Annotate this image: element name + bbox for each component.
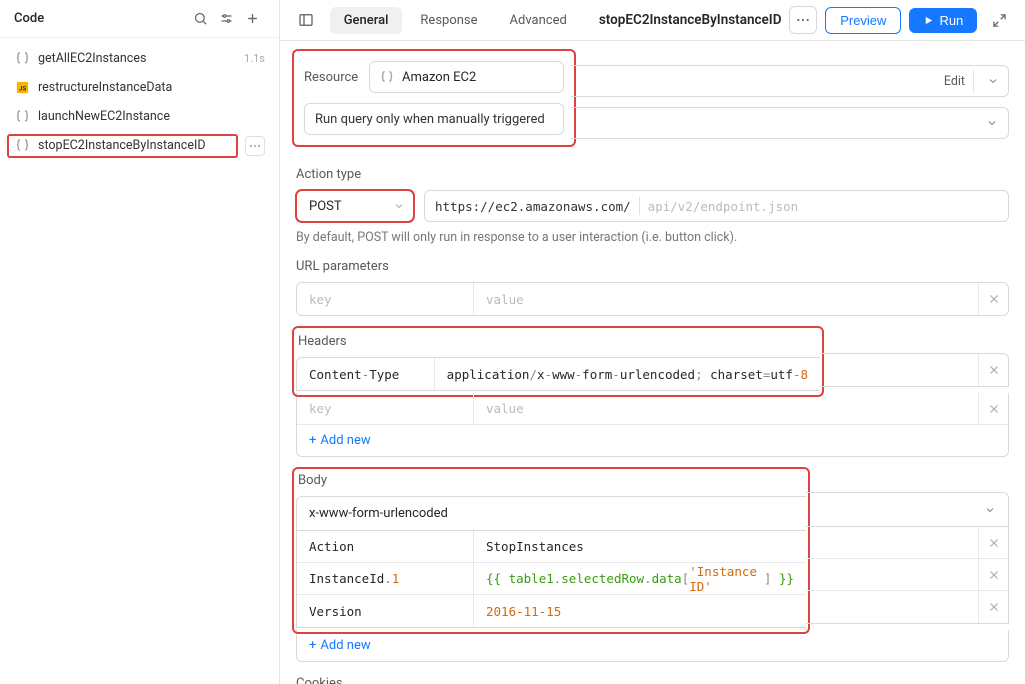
preview-button[interactable]: Preview: [825, 7, 901, 34]
body-section: Body x-www-form-urlencoded Action StopIn…: [296, 471, 1009, 662]
url-input[interactable]: https://ec2.amazonaws.com/ api/v2/endpoi…: [424, 190, 1009, 222]
kv-row[interactable]: InstanceId.1 {{ table1.selectedRow.data[…: [297, 563, 806, 595]
kv-row[interactable]: Content-Type application/x-www-form-urle…: [297, 358, 820, 390]
tab-response[interactable]: Response: [406, 7, 491, 34]
expand-icon[interactable]: [985, 6, 1013, 34]
braces-icon: [14, 51, 30, 67]
chevron-down-icon: [984, 504, 996, 516]
sidebar-item-launchnewec2instance[interactable]: launchNewEC2Instance: [0, 102, 279, 131]
settings-icon[interactable]: [213, 6, 239, 32]
remove-row-button[interactable]: [978, 354, 1008, 386]
query-name: stopEC2InstanceByInstanceID: [599, 12, 782, 28]
run-label: Run: [939, 13, 963, 28]
url-params-label: URL parameters: [296, 259, 1009, 274]
sidebar-item-label: stopEC2InstanceByInstanceID: [38, 138, 231, 153]
url-base: https://ec2.amazonaws.com/: [435, 199, 631, 214]
item-more-button[interactable]: [245, 136, 265, 156]
header: General Response Advanced stopEC2Instanc…: [280, 0, 1025, 41]
kv-key-input[interactable]: Content-Type: [297, 358, 435, 390]
sidebar-item-getallec2instances[interactable]: getAllEC2Instances 1.1s: [0, 44, 279, 73]
sidebar-header: Code: [0, 0, 279, 38]
kv-key-input[interactable]: Action: [297, 531, 474, 562]
kv-value-input[interactable]: {{ table1.selectedRow.data['Instance ID'…: [474, 563, 806, 594]
action-type-label: Action type: [296, 167, 1009, 182]
chevron-down-icon[interactable]: [986, 117, 998, 129]
kv-value-input[interactable]: value: [474, 283, 978, 315]
cookies-section: Cookies: [296, 676, 1009, 684]
kv-row[interactable]: key value: [297, 393, 1008, 425]
plus-icon: +: [309, 638, 316, 653]
body-type-chevron[interactable]: [806, 492, 1009, 526]
url-placeholder: api/v2/endpoint.json: [648, 199, 799, 214]
sidebar-item-stopec2instancebyinstanceid[interactable]: stopEC2InstanceByInstanceID: [0, 131, 279, 160]
tab-advanced[interactable]: Advanced: [496, 7, 581, 34]
method-select[interactable]: POST: [296, 190, 414, 222]
trigger-select[interactable]: Run query only when manually triggered: [304, 103, 564, 135]
chevron-down-icon: [393, 200, 405, 212]
add-new-button[interactable]: + Add new: [297, 630, 1008, 661]
kv-row[interactable]: key value: [297, 283, 1008, 315]
run-button[interactable]: Run: [909, 8, 977, 33]
remove-row-button[interactable]: [978, 591, 1008, 623]
action-type-section: Action type POST https://ec2.amazonaws.c…: [296, 167, 1009, 245]
add-new-button[interactable]: + Add new: [297, 425, 1008, 456]
sidebar-item-label: launchNewEC2Instance: [38, 109, 265, 124]
sidebar-title: Code: [14, 11, 187, 26]
kv-value-input[interactable]: StopInstances: [474, 531, 806, 562]
query-more-button[interactable]: [789, 6, 817, 34]
plus-icon: +: [309, 433, 316, 448]
add-icon[interactable]: [239, 6, 265, 32]
kv-row-tail: [820, 354, 1008, 386]
sidebar-item-restructureinstancedata[interactable]: JS restructureInstanceData: [0, 73, 279, 102]
content: Resource Amazon EC2 Run query only when …: [280, 41, 1025, 684]
kv-value-input[interactable]: application/x-www-form-urlencoded; chars…: [435, 358, 820, 390]
tabs: General Response Advanced: [328, 5, 583, 36]
remove-row-button[interactable]: [978, 393, 1008, 424]
url-params-section: URL parameters key value: [296, 259, 1009, 316]
braces-icon: [14, 138, 30, 154]
chevron-down-icon[interactable]: [982, 75, 1004, 87]
resource-edit-button[interactable]: Edit: [936, 70, 974, 93]
tab-general[interactable]: General: [330, 7, 403, 34]
kv-row[interactable]: Action StopInstances: [297, 531, 806, 563]
kv-key-input[interactable]: InstanceId.1: [297, 563, 474, 594]
resource-select[interactable]: Amazon EC2: [369, 61, 564, 93]
main: General Response Advanced stopEC2Instanc…: [280, 0, 1025, 684]
trigger-label: Run query only when manually triggered: [315, 112, 545, 127]
body-label: Body: [296, 473, 806, 488]
kv-key-input[interactable]: key: [297, 393, 474, 424]
kv-value-input[interactable]: 2016-11-15: [474, 595, 806, 627]
resource-label: Resource: [304, 70, 359, 85]
sidebar-list: getAllEC2Instances 1.1s JS restructureIn…: [0, 38, 279, 684]
method-value: POST: [309, 199, 342, 214]
resource-name: Amazon EC2: [402, 70, 559, 85]
cookies-label: Cookies: [296, 676, 1009, 684]
play-icon: [923, 15, 934, 26]
search-icon[interactable]: [187, 6, 213, 32]
sidebar-item-label: getAllEC2Instances: [38, 51, 236, 66]
kv-key-input[interactable]: Version: [297, 595, 474, 627]
headers-section: Headers Content-Type application/x-www-f…: [296, 330, 1009, 457]
remove-row-button[interactable]: [978, 527, 1008, 558]
kv-key-input[interactable]: key: [297, 283, 474, 315]
panel-toggle-icon[interactable]: [292, 6, 320, 34]
remove-row-button[interactable]: [978, 559, 1008, 590]
kv-row[interactable]: Version 2016-11-15: [297, 595, 806, 627]
body-type-select[interactable]: x-www-form-urlencoded: [296, 496, 806, 530]
svg-text:JS: JS: [18, 85, 25, 93]
remove-row-button[interactable]: [978, 283, 1008, 315]
kv-value-input[interactable]: value: [474, 393, 978, 424]
headers-label: Headers: [296, 334, 820, 349]
sidebar-item-label: restructureInstanceData: [38, 80, 265, 95]
sidebar: Code getAllEC2Instances 1.1s JS: [0, 0, 280, 684]
sidebar-item-meta: 1.1s: [244, 52, 265, 65]
action-hint: By default, POST will only run in respon…: [296, 230, 1009, 245]
braces-icon: [380, 70, 394, 84]
braces-icon: [14, 109, 30, 125]
js-icon: JS: [14, 80, 30, 96]
